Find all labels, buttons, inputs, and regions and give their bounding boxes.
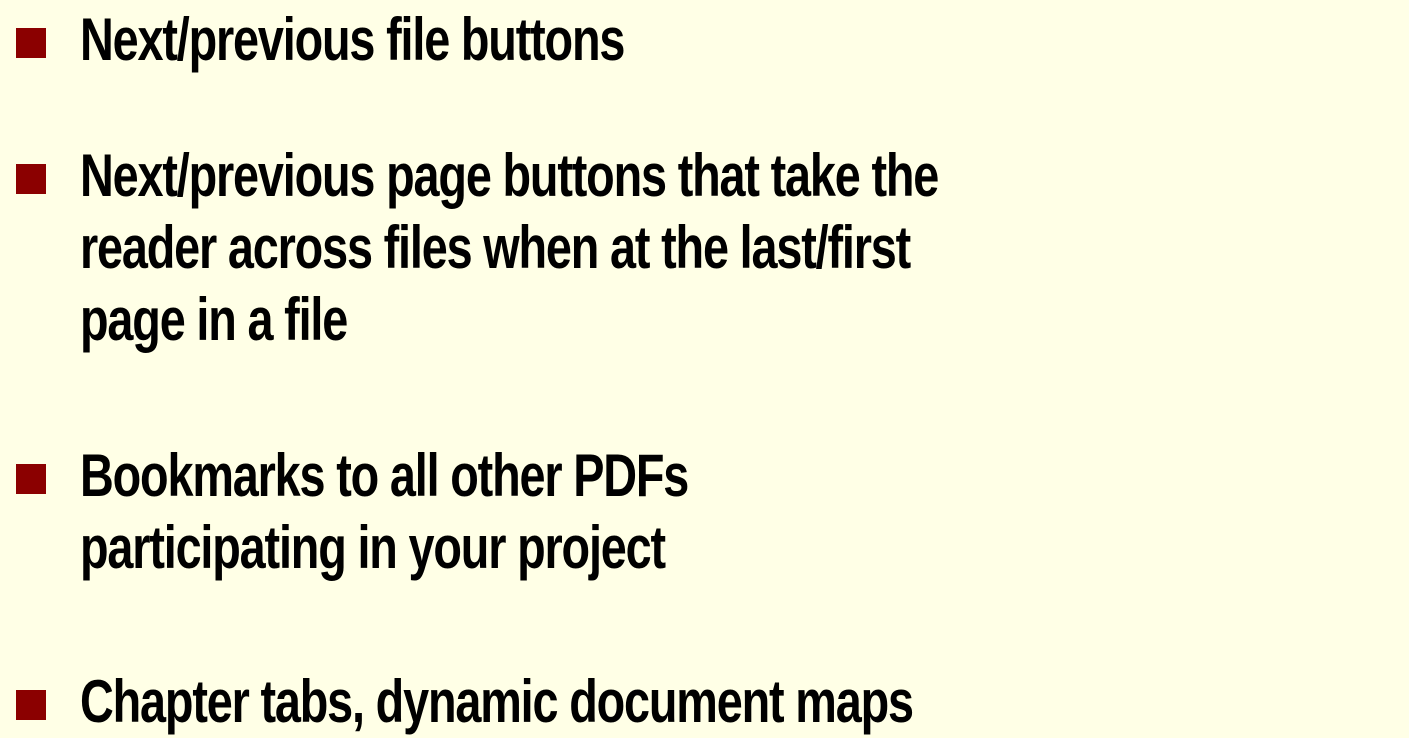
slide: Next/previous file buttons Next/previous… — [0, 0, 1409, 737]
square-bullet-icon — [16, 164, 46, 194]
square-bullet-icon — [16, 28, 46, 58]
bullet-text: Chapter tabs, dynamic document maps — [80, 668, 914, 735]
bullet-text: Next/previous page buttons that take the… — [80, 142, 939, 353]
square-bullet-icon — [16, 690, 46, 720]
square-bullet-icon — [16, 464, 46, 494]
bullet-text: Bookmarks to all other PDFs participatin… — [80, 442, 689, 581]
bullet-text: Next/previous file buttons — [80, 6, 625, 73]
